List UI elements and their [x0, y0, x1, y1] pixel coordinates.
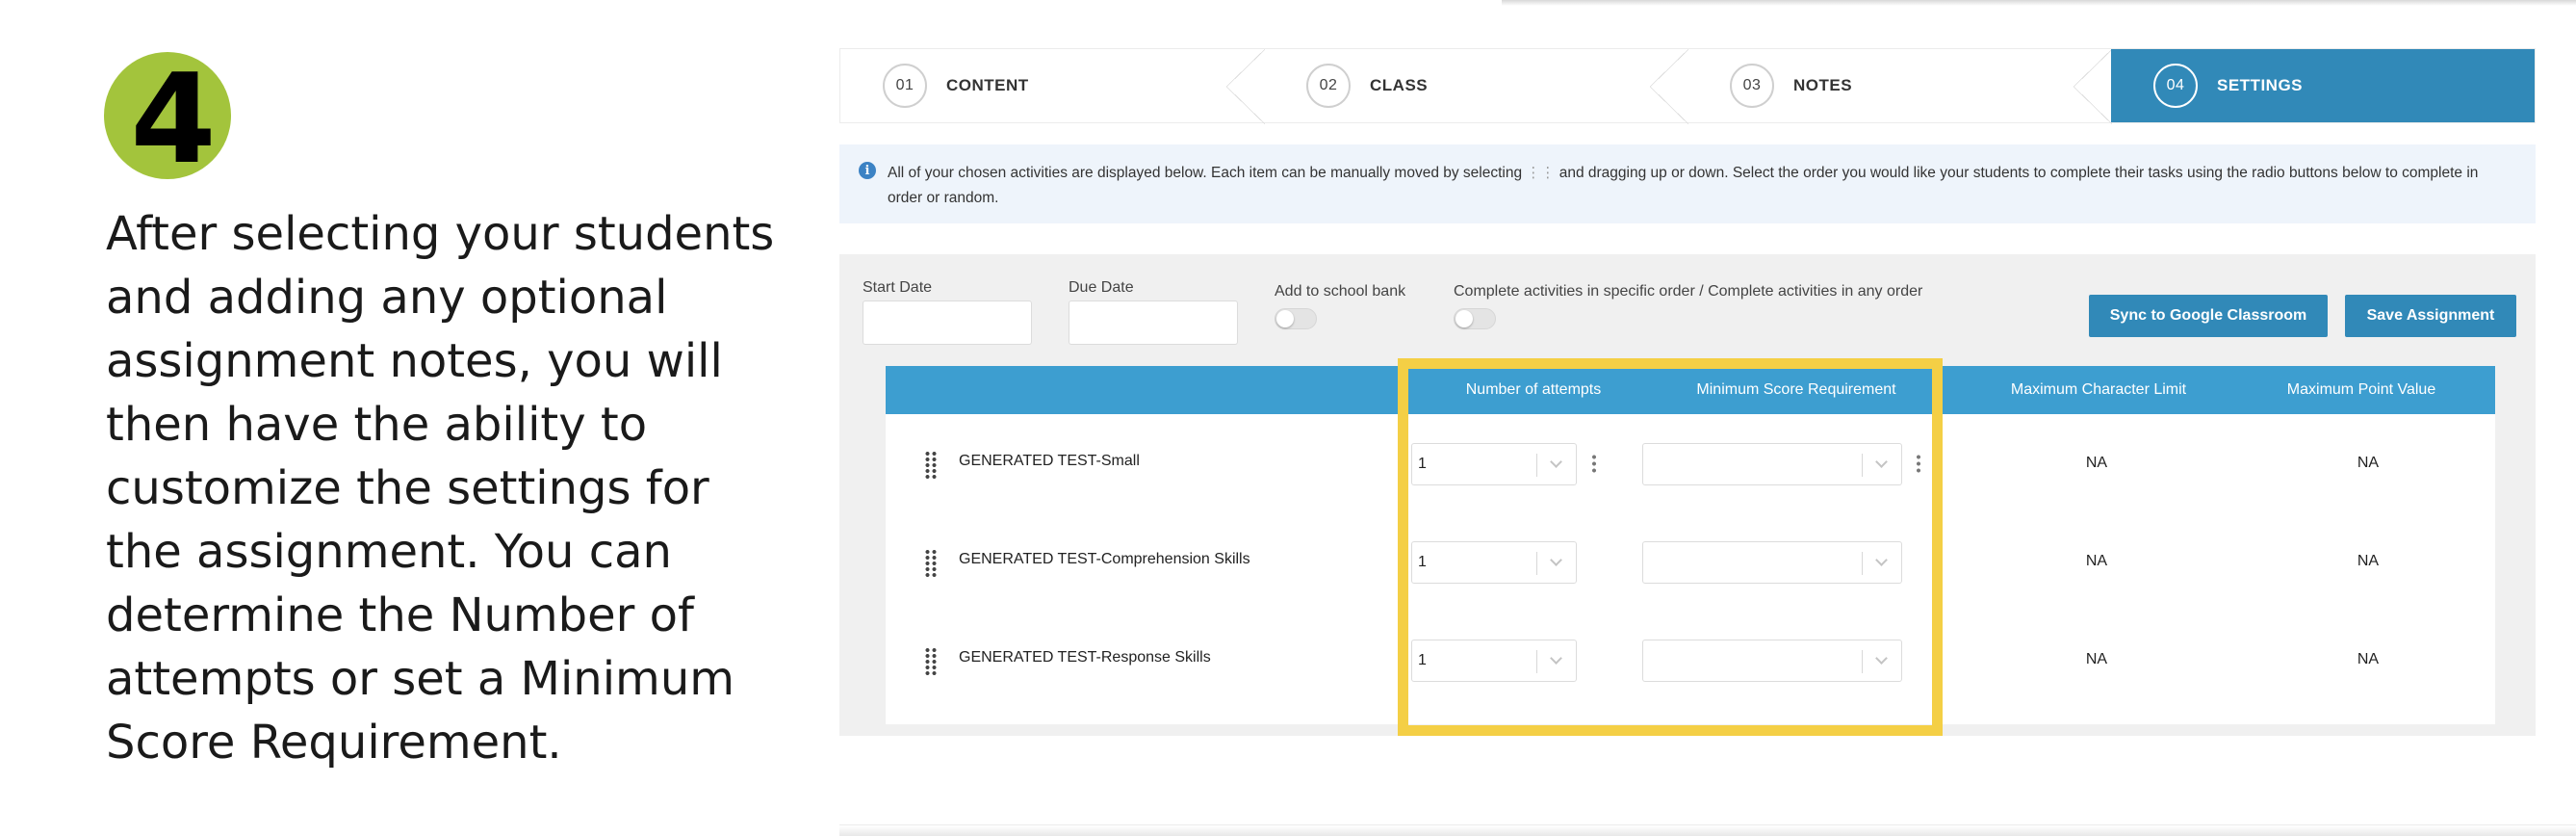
step-number-circle: 04 [2153, 64, 2198, 108]
step-label: SETTINGS [2217, 76, 2304, 94]
chevron-down-icon [1550, 652, 1562, 665]
header-attempts: Number of attempts [1465, 381, 1602, 398]
max-point-value: NA [2357, 553, 2380, 569]
attempts-select[interactable]: 1 [1411, 640, 1577, 682]
attempts-value: 1 [1418, 652, 1427, 668]
due-date-label: Due Date [1069, 279, 1134, 296]
attempts-select[interactable]: 1 [1411, 541, 1577, 584]
select-separator [1536, 552, 1537, 575]
step-class[interactable]: 02 CLASS [1264, 49, 1688, 124]
kebab-menu-icon[interactable] [1916, 454, 1921, 475]
attempts-select[interactable]: 1 [1411, 443, 1577, 485]
step-number: 4 [130, 48, 217, 192]
bottom-shadow [839, 824, 2576, 836]
drag-handle-icon[interactable] [924, 549, 938, 578]
start-date-input[interactable] [863, 300, 1032, 345]
step-number-circle: 02 [1306, 64, 1351, 108]
header-max-char: Maximum Character Limit [2010, 381, 2187, 398]
wizard-stepper: 01 CONTENT 02 CLASS 03 NOTES 04 SETTINGS [839, 48, 2536, 124]
header-min-score: Minimum Score Requirement [1696, 381, 1896, 398]
instructions-text: After selecting your students and adding… [106, 207, 775, 770]
info-text-before: All of your chosen activities are displa… [888, 165, 1523, 181]
info-banner: i All of your chosen activities are disp… [839, 144, 2536, 223]
school-bank-label: Add to school bank [1275, 283, 1406, 300]
info-text: All of your chosen activities are displa… [888, 160, 2516, 223]
school-bank-toggle[interactable] [1275, 308, 1317, 329]
max-char-value: NA [2085, 455, 2108, 471]
chevron-down-icon [1550, 456, 1562, 468]
select-separator [1536, 454, 1537, 477]
max-char-value: NA [2085, 651, 2108, 667]
activity-name: GENERATED TEST-Comprehension Skills [959, 551, 1250, 567]
select-separator [1536, 650, 1537, 673]
select-separator [1862, 454, 1863, 477]
activity-name: GENERATED TEST-Response Skills [959, 649, 1211, 666]
step-number-circle: 03 [1730, 64, 1774, 108]
settings-panel: Start Date Due Date Add to school bank C… [839, 254, 2536, 736]
max-point-value: NA [2357, 651, 2380, 667]
table-row: GENERATED TEST-Small 1 NA NA [886, 414, 2495, 512]
step-content[interactable]: 01 CONTENT [840, 49, 1265, 124]
save-assignment-button[interactable]: Save Assignment [2345, 295, 2516, 337]
start-date-label: Start Date [863, 279, 933, 296]
table-header: Number of attempts Minimum Score Require… [886, 366, 2495, 414]
select-separator [1862, 552, 1863, 575]
table-row: GENERATED TEST-Response Skills 1 NA NA [886, 611, 2495, 709]
select-separator [1862, 650, 1863, 673]
step-label: NOTES [1793, 76, 1853, 94]
attempts-value: 1 [1418, 456, 1427, 472]
max-char-value: NA [2085, 553, 2108, 569]
drag-handle-icon[interactable] [924, 451, 938, 480]
min-score-select[interactable] [1642, 541, 1902, 584]
activity-name: GENERATED TEST-Small [959, 453, 1140, 469]
step-settings[interactable]: 04 SETTINGS [2111, 49, 2535, 122]
attempts-value: 1 [1418, 554, 1427, 570]
info-icon: i [859, 162, 876, 179]
step-label: CONTENT [946, 76, 1029, 94]
chevron-down-icon [1875, 456, 1888, 468]
step-number-badge: 4 [104, 48, 231, 192]
order-label: Complete activities in specific order / … [1454, 283, 1923, 300]
max-point-value: NA [2357, 455, 2380, 471]
activities-table: Number of attempts Minimum Score Require… [886, 366, 2495, 724]
min-score-select[interactable] [1642, 443, 1902, 485]
drag-handle-icon: ⋮⋮ [1526, 164, 1556, 181]
drag-handle-icon[interactable] [924, 647, 938, 676]
step-number-circle: 01 [883, 64, 927, 108]
order-toggle[interactable] [1454, 308, 1496, 329]
kebab-menu-icon[interactable] [1591, 454, 1597, 475]
top-shadow [1502, 0, 2576, 6]
chevron-down-icon [1550, 554, 1562, 566]
due-date-input[interactable] [1069, 300, 1238, 345]
chevron-down-icon [1875, 652, 1888, 665]
chevron-down-icon [1875, 554, 1888, 566]
sync-google-classroom-button[interactable]: Sync to Google Classroom [2089, 295, 2328, 337]
header-max-point: Maximum Point Value [2286, 381, 2436, 398]
step-label: CLASS [1370, 76, 1429, 94]
min-score-select[interactable] [1642, 640, 1902, 682]
step-notes[interactable]: 03 NOTES [1687, 49, 2112, 124]
table-row: GENERATED TEST-Comprehension Skills 1 NA… [886, 512, 2495, 611]
